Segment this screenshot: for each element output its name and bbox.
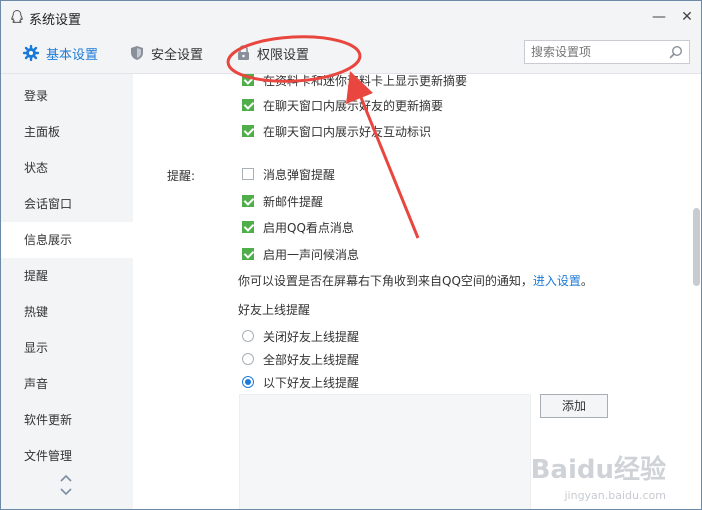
option-greeting-message[interactable]: 启用一声问候消息 (242, 245, 359, 263)
option-label: 全部好友上线提醒 (263, 352, 360, 367)
option-friend-online-all[interactable]: 全部好友上线提醒 (242, 350, 359, 368)
sidebar-scroll-arrows[interactable] (59, 472, 73, 501)
tab-basic-settings[interactable]: 基本设置 (23, 33, 98, 73)
tab-permission-settings[interactable]: 权限设置 (237, 33, 309, 73)
option-label: 在聊天窗口内展示好友的更新摘要 (263, 98, 444, 113)
sidebar-item-info-display[interactable]: 信息展示 (1, 222, 133, 258)
tab-security-settings[interactable]: 安全设置 (130, 33, 203, 73)
option-label: 启用一声问候消息 (263, 247, 360, 262)
search-icon[interactable] (669, 45, 683, 59)
radio-friend-online-off[interactable] (242, 330, 254, 342)
close-button[interactable]: ✕ (677, 7, 697, 27)
sidebar-item-hotkeys[interactable]: 热键 (1, 294, 133, 330)
remind-section-label: 提醒: (167, 169, 196, 183)
sidebar-item-main-panel[interactable]: 主面板 (1, 114, 133, 150)
enter-settings-link[interactable]: 进入设置 (533, 274, 581, 288)
gear-icon (23, 45, 39, 61)
option-label: 消息弹窗提醒 (263, 167, 336, 182)
watermark-url: jingyan.baidu.com (564, 489, 666, 502)
content-scrollbar[interactable] (693, 74, 701, 509)
add-friend-button[interactable]: 添加 (540, 394, 608, 418)
option-message-popup[interactable]: 消息弹窗提醒 (242, 165, 335, 183)
checkbox-profile-card-summary[interactable] (242, 74, 254, 86)
option-label: 关闭好友上线提醒 (263, 329, 360, 344)
sidebar-item-login[interactable]: 登录 (1, 78, 133, 114)
sidebar-item-display[interactable]: 显示 (1, 330, 133, 366)
friend-list-box[interactable] (239, 394, 531, 509)
option-label: 以下好友上线提醒 (263, 375, 360, 390)
watermark-logo: Baidu经验 (530, 455, 666, 485)
option-qq-kandian[interactable]: 启用QQ看点消息 (242, 218, 354, 236)
note-end: 。 (580, 274, 593, 288)
title-bar: 系统设置 — ✕ (1, 1, 701, 33)
minimize-button[interactable]: — (649, 7, 669, 27)
sidebar-item-file-management[interactable]: 文件管理 (1, 438, 133, 474)
radio-friend-online-selected[interactable] (242, 376, 254, 388)
qq-penguin-icon (11, 9, 23, 24)
shield-icon (131, 46, 143, 60)
option-label: 新邮件提醒 (263, 194, 324, 209)
tab-basic-settings-label: 基本设置 (46, 47, 99, 63)
checkbox-message-popup[interactable] (242, 168, 254, 180)
checkbox-qq-kandian[interactable] (242, 221, 254, 233)
option-label: 在资料卡和迷你资料卡上显示更新摘要 (263, 74, 468, 88)
checkbox-chat-friend-summary[interactable] (242, 99, 254, 111)
lock-icon (238, 45, 249, 60)
search-input[interactable] (525, 41, 667, 63)
option-friend-online-selected[interactable]: 以下好友上线提醒 (242, 373, 359, 391)
tab-permission-settings-label: 权限设置 (257, 47, 310, 63)
radio-friend-online-all[interactable] (242, 353, 254, 365)
option-chat-interaction-badge[interactable]: 在聊天窗口内展示好友互动标识 (242, 122, 431, 140)
sidebar: 登录 主面板 状态 会话窗口 信息展示 提醒 热键 显示 声音 软件更新 文件管… (1, 74, 133, 509)
sidebar-item-reminders[interactable]: 提醒 (1, 258, 133, 294)
scrollbar-thumb[interactable] (693, 208, 700, 286)
qzone-notification-note: 你可以设置是否在屏幕右下角收到来自QQ空间的通知，进入设置。 (238, 272, 593, 289)
option-friend-online-off[interactable]: 关闭好友上线提醒 (242, 327, 359, 345)
search-box[interactable] (524, 40, 690, 64)
checkbox-chat-interaction-badge[interactable] (242, 125, 254, 137)
option-new-mail[interactable]: 新邮件提醒 (242, 192, 323, 210)
checkbox-greeting-message[interactable] (242, 248, 254, 260)
window-title: 系统设置 (29, 13, 82, 28)
option-profile-card-summary[interactable]: 在资料卡和迷你资料卡上显示更新摘要 (242, 74, 467, 89)
sidebar-item-software-update[interactable]: 软件更新 (1, 402, 133, 438)
top-tab-bar: 基本设置 安全设置 权限设置 (1, 33, 701, 74)
option-label: 启用QQ看点消息 (263, 220, 354, 235)
option-label: 在聊天窗口内展示好友互动标识 (263, 124, 432, 139)
note-text: 你可以设置是否在屏幕右下角收到来自QQ空间的通知， (238, 274, 533, 288)
settings-content: 在资料卡和迷你资料卡上显示更新摘要 在聊天窗口内展示好友的更新摘要 在聊天窗口内… (133, 74, 693, 509)
sidebar-item-sound[interactable]: 声音 (1, 366, 133, 402)
settings-window: 系统设置 — ✕ 基本设置 安全设置 权限设置 搜索设置项 登录 主面板 状态 … (0, 0, 702, 510)
option-chat-friend-summary[interactable]: 在聊天窗口内展示好友的更新摘要 (242, 96, 443, 114)
chevron-up-down-icon[interactable] (59, 472, 73, 498)
tab-security-settings-label: 安全设置 (151, 47, 204, 63)
friend-online-title: 好友上线提醒 (238, 303, 311, 317)
sidebar-item-status[interactable]: 状态 (1, 150, 133, 186)
sidebar-item-chat-window[interactable]: 会话窗口 (1, 186, 133, 222)
checkbox-new-mail[interactable] (242, 195, 254, 207)
